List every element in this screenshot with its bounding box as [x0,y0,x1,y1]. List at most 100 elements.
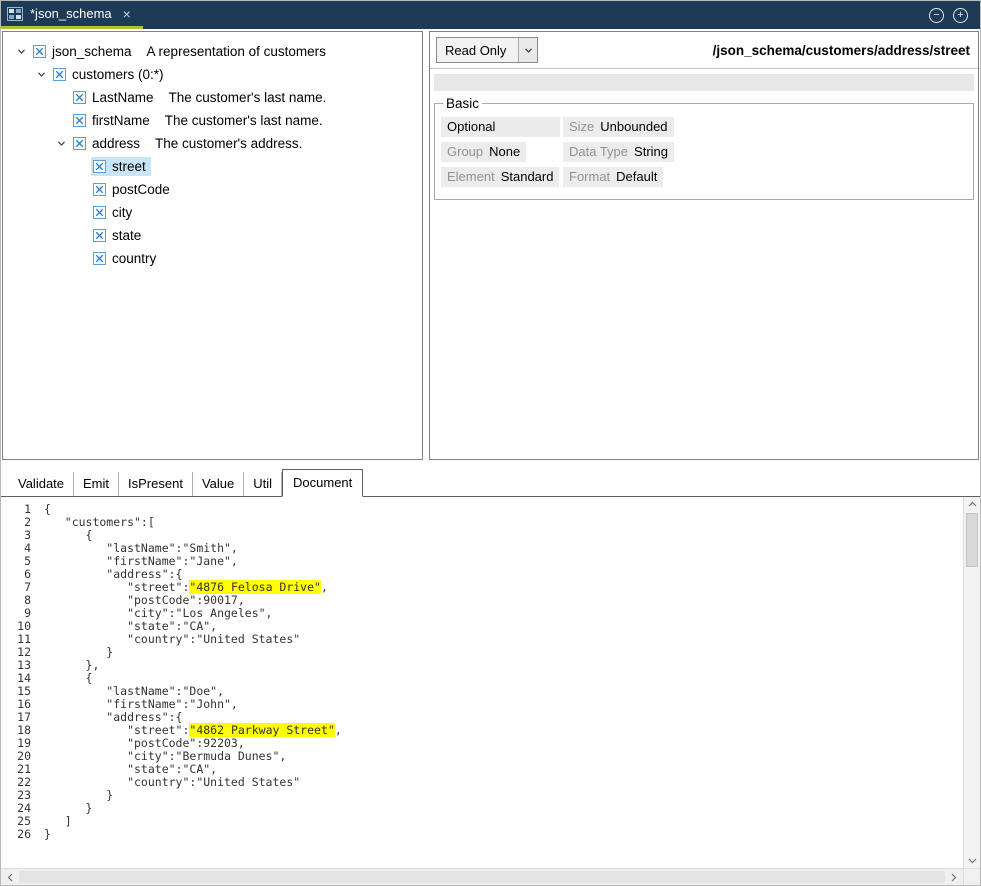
console-tab-bar: ValidateEmitIsPresentValueUtilDocument [1,471,980,497]
code-segment: "state":"CA", [44,619,217,633]
schema-grid-icon [7,7,23,21]
property-element: Element Standard [441,167,559,187]
close-tab-icon[interactable]: × [123,6,131,22]
tab-validate[interactable]: Validate [9,472,74,496]
tree-item-description: A representation of customers [147,44,326,59]
property-value: Unbounded [600,119,667,134]
tree-node[interactable]: customers (0:*) [51,65,169,84]
code-segment: } [44,788,113,802]
code-line: 13 }, [7,659,963,672]
code-line: 12 } [7,646,963,659]
document-editor: 1{2 "customers":[3 {4 "lastName":"Smith"… [1,497,980,885]
chevron-down-icon[interactable] [11,47,31,56]
code-segment: "country":"United States" [44,632,300,646]
code-line: 2 "customers":[ [7,516,963,529]
tree-item-label: LastName [92,90,154,105]
code-text: } [44,828,51,841]
code-segment: { [44,502,51,516]
basic-section: Basic OptionalSizeUnboundedGroupNoneData… [434,96,974,200]
read-only-select-value: Read Only [437,38,518,62]
code-segment: "firstName":"John", [44,697,238,711]
property-value: Default [616,169,657,184]
property-label: Element [447,169,495,184]
tab-document[interactable]: Document [282,469,363,497]
collapse-circle-button[interactable]: − [929,8,944,23]
console-area: ValidateEmitIsPresentValueUtilDocument 1… [1,460,980,885]
schema-tree-panel: json_schema A representation of customers… [2,31,423,460]
element-icon [93,252,106,265]
chevron-down-icon[interactable] [31,70,51,79]
tree-node[interactable]: LastName [71,88,159,107]
horizontal-scroll-thumb[interactable] [19,871,945,883]
property-size: SizeUnbounded [563,117,674,137]
tree-item-firstname[interactable]: firstNameThe customer's last name. [3,109,422,132]
tree-item-state[interactable]: state [3,224,422,247]
tree-item-description: The customer's address. [155,136,302,151]
app-window: *json_schema × − + json_schema A represen… [0,0,981,886]
tree-item-city[interactable]: city [3,201,422,224]
tree-item-label: firstName [92,113,150,128]
property-cells: OptionalSizeUnboundedGroupNoneData TypeS… [441,117,967,187]
tree-item-label: json_schema [52,44,132,59]
tree-node[interactable]: firstName [71,111,155,130]
code-area[interactable]: 1{2 "customers":[3 {4 "lastName":"Smith"… [1,497,963,868]
chevron-down-icon[interactable] [518,38,537,62]
chevron-down-icon[interactable] [51,139,71,148]
element-icon [93,160,106,173]
code-segment: "lastName":"Doe", [44,684,224,698]
tab-value[interactable]: Value [193,472,244,496]
horizontal-scrollbar[interactable] [1,868,963,885]
tree-node[interactable]: json_schema [31,42,137,61]
highlighted-value: "4862 Parkway Street" [189,723,334,737]
tree-node[interactable]: street [91,157,151,176]
scroll-up-icon[interactable] [964,501,980,507]
tree-item-address[interactable]: address The customer's address. [3,132,422,155]
element-icon [93,183,106,196]
property-value: Standard [501,169,554,184]
property-format: Format Default [563,167,663,187]
tree-item-street[interactable]: street [3,155,422,178]
tree-node[interactable]: city [91,203,137,222]
tree-item-postcode[interactable]: postCode [3,178,422,201]
scroll-down-icon[interactable] [964,858,980,864]
code-segment: } [44,645,113,659]
element-icon [73,114,86,127]
read-only-select[interactable]: Read Only [436,37,538,63]
scrollbar-corner [963,868,980,885]
tree-item-description: The customer's last name. [169,90,327,105]
code-segment: "street": [44,580,189,594]
expand-circle-button[interactable]: + [953,8,968,23]
vertical-scroll-thumb[interactable] [966,513,978,567]
tree-item-label: customers (0:*) [72,67,164,82]
scroll-right-icon[interactable] [951,869,957,885]
tree-item-lastname[interactable]: LastName The customer's last name. [3,86,422,109]
property-label: Format [569,169,610,184]
document-tab-bar: *json_schema × − + [1,1,980,29]
vertical-scrollbar[interactable] [963,497,980,868]
code-segment: }, [44,658,99,672]
tree-node[interactable]: country [91,249,161,268]
tree-item-label: street [112,159,146,174]
document-tab-json-schema[interactable]: *json_schema × [1,1,143,29]
scroll-left-icon[interactable] [7,869,13,885]
tree-node[interactable]: address [71,134,145,153]
tree-item-country[interactable]: country [3,247,422,270]
code-segment: "city":"Los Angeles", [44,606,272,620]
tab-emit[interactable]: Emit [74,472,119,496]
highlighted-value: "4876 Felosa Drive" [189,580,321,594]
tree-item-customers-0[interactable]: customers (0:*) [3,63,422,86]
code-segment: } [44,827,51,841]
code-segment: "city":"Bermuda Dunes", [44,749,286,763]
property-inspector-panel: Read Only /json_schema/customers/address… [429,31,979,460]
inspector-toolbar: Read Only /json_schema/customers/address… [430,32,978,69]
tree-item-label: state [112,228,141,243]
tab-util[interactable]: Util [244,472,282,496]
main-split: json_schema A representation of customers… [1,29,980,460]
tree-node[interactable]: postCode [91,180,175,199]
schema-tree: json_schema A representation of customers… [3,40,422,270]
tree-item-json-schema[interactable]: json_schema A representation of customers [3,40,422,63]
tab-ispresent[interactable]: IsPresent [119,472,193,496]
tree-node[interactable]: state [91,226,146,245]
selected-node-path: /json_schema/customers/address/street [713,43,972,58]
code-segment: { [44,671,92,685]
